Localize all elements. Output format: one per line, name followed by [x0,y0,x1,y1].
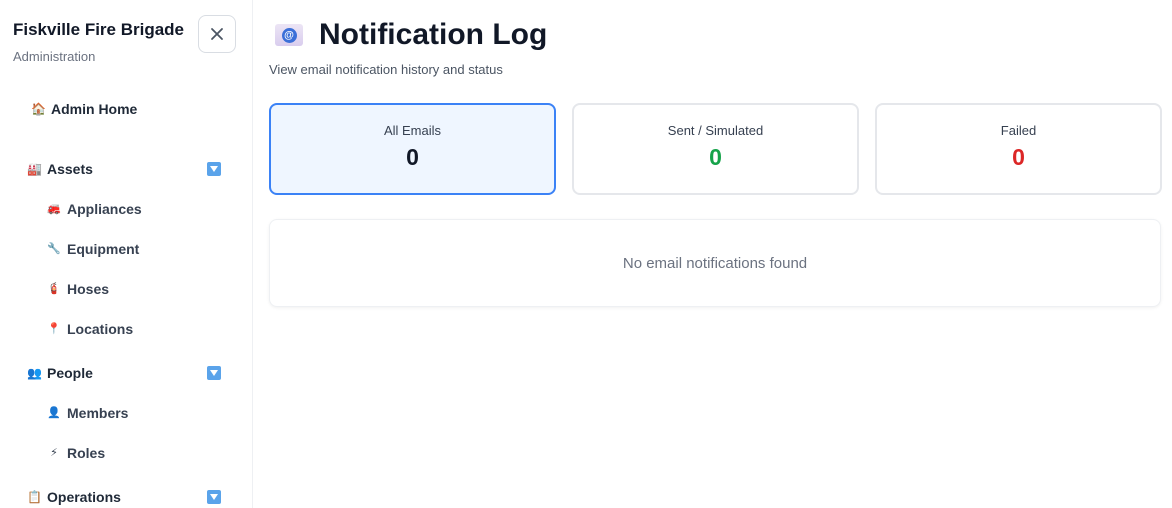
sidebar-item-label: Appliances [67,201,142,217]
sidebar-item-label: Hoses [67,281,110,297]
brand: Fiskville Fire Brigade Administration [13,20,184,64]
close-sidebar-button[interactable] [198,15,236,53]
page-title: Notification Log [319,18,548,51]
sidebar-group-label: Assets [47,161,93,177]
sidebar-group-people[interactable]: 👥 People [26,365,93,381]
sidebar-item-label: Members [67,405,129,421]
sidebar-item-label: Roles [67,445,106,461]
sidebar-item-locations[interactable]: 📍 Locations [46,321,133,337]
sidebar-group-label: Operations [47,489,121,505]
stat-value: 0 [1012,144,1025,170]
stat-card-sent-simulated[interactable]: Sent / Simulated 0 [572,103,859,195]
main-content: @ Notification Log View email notificati… [253,0,1172,508]
stat-value: 0 [709,144,722,170]
clipboard-icon: 📋 [27,490,42,504]
sidebar-item-members[interactable]: 👤 Members [46,405,128,421]
stat-card-all-emails[interactable]: All Emails 0 [269,103,556,195]
sidebar-item-label: Locations [67,321,134,337]
operations-expand-toggle[interactable] [207,490,221,504]
people-icon: 👥 [27,366,42,380]
email-icon-glyph: @ [281,27,297,43]
page-header: @ Notification Log [275,18,547,52]
factory-icon: 🏭 [27,162,42,176]
lightning-icon: ⚡ [50,446,58,459]
sidebar-item-appliances[interactable]: 🚒 Appliances [46,201,142,217]
sidebar-group-operations[interactable]: 📋 Operations [26,489,121,505]
hose-icon: 🧯 [47,282,61,295]
assets-expand-toggle[interactable] [207,162,221,176]
sidebar-item-equipment[interactable]: 🔧 Equipment [46,241,139,257]
stat-label: All Emails [383,123,442,138]
close-icon [211,28,223,40]
sidebar-item-label: Admin Home [51,101,138,117]
chevron-down-icon [210,370,218,376]
chevron-down-icon [210,166,218,172]
brand-title: Fiskville Fire Brigade [13,20,185,39]
wrench-icon: 🔧 [47,242,61,255]
sidebar: Fiskville Fire Brigade Administration 🏠 … [0,0,253,508]
email-icon: @ [275,24,303,46]
chevron-down-icon [210,494,218,500]
fire-engine-icon: 🚒 [47,202,61,215]
empty-state-message: No email notifications found [269,219,1161,307]
sidebar-group-assets[interactable]: 🏭 Assets [26,161,93,177]
brand-subtitle: Administration [13,49,96,64]
sidebar-item-hoses[interactable]: 🧯 Hoses [46,281,109,297]
sidebar-group-label: People [47,365,93,381]
stat-label: Sent / Simulated [667,123,764,138]
sidebar-item-admin-home[interactable]: 🏠 Admin Home [30,101,137,117]
sidebar-item-label: Equipment [67,241,140,257]
pin-icon: 📍 [47,322,61,335]
person-icon: 👤 [47,406,61,419]
home-icon: 🏠 [31,102,46,116]
page-subtitle: View email notification history and stat… [269,62,503,77]
stat-value: 0 [406,144,419,170]
stat-card-failed[interactable]: Failed 0 [875,103,1162,195]
stat-label: Failed [1000,123,1037,138]
sidebar-item-roles[interactable]: ⚡ Roles [46,445,105,461]
people-expand-toggle[interactable] [207,366,221,380]
